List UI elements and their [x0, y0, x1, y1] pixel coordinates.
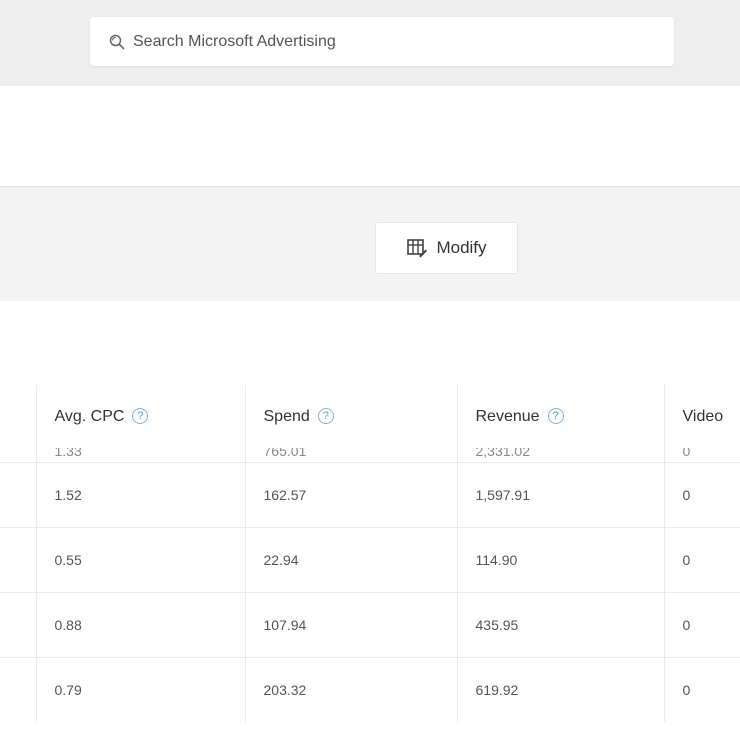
table-cell: 203.32 [245, 657, 458, 722]
table-cell: 0.79 [36, 657, 246, 722]
top-bar: Search Microsoft Advertising [0, 0, 740, 86]
column-header-label: Video [682, 407, 724, 425]
column-header-label: Revenue [475, 407, 540, 425]
search-input[interactable]: Search Microsoft Advertising [133, 33, 336, 51]
table-cell: 765.01 [245, 448, 458, 463]
modify-button[interactable]: Modify [375, 222, 518, 274]
table-row: 0.55 22.94 114.90 0 [0, 527, 740, 593]
table-row: 1.33 765.01 2,331.02 0 [0, 448, 740, 463]
help-icon[interactable]: ? [132, 408, 149, 425]
modify-label: Modify [436, 238, 487, 257]
table-cell: 1.33 [36, 448, 246, 463]
table-cell: 162.57 [245, 462, 458, 528]
table-cell: 435.95 [457, 592, 665, 658]
table-cell: 0 [664, 462, 740, 528]
table-cell: 2,331.02 [457, 448, 665, 463]
column-header-spend[interactable]: Spend? [245, 385, 458, 448]
table-cell [0, 527, 37, 593]
table-header-row: Avg. CPC? Spend? Revenue? Video [0, 385, 740, 448]
help-icon[interactable]: ? [317, 408, 334, 425]
table-cell: 107.94 [245, 592, 458, 658]
table-row: 1.52 162.57 1,597.91 0 [0, 462, 740, 528]
table-row: 0.79 203.32 619.92 0 [0, 657, 740, 722]
table-cell: 0 [664, 592, 740, 658]
table-cell [0, 657, 37, 722]
column-header-video[interactable]: Video [664, 385, 740, 448]
table-cell: 22.94 [245, 527, 458, 593]
search-icon [107, 32, 127, 52]
column-header-label: Avg. CPC [54, 407, 125, 425]
column-header-revenue[interactable]: Revenue? [457, 385, 665, 448]
modify-columns-icon [406, 237, 428, 259]
table-cell: 0.88 [36, 592, 246, 658]
table-cell: 1,597.91 [457, 462, 665, 528]
toolbar: Modify [0, 187, 740, 301]
column-header-label: Spend [263, 407, 310, 425]
table-cell [0, 462, 37, 528]
column-header-avg-cpc[interactable]: Avg. CPC? [36, 385, 246, 448]
table-cell: 0 [664, 657, 740, 722]
table-row: 0.88 107.94 435.95 0 [0, 592, 740, 658]
table-cell: 1.52 [36, 462, 246, 528]
table-cell [0, 448, 37, 463]
table-cell: 0 [664, 448, 740, 463]
table-cell [0, 592, 37, 658]
search-box[interactable]: Search Microsoft Advertising [90, 17, 674, 66]
table-cell: 619.92 [457, 657, 665, 722]
table-header-cell [0, 385, 37, 448]
content-spacer [0, 86, 740, 186]
metrics-table: Avg. CPC? Spend? Revenue? Video 1.33 765… [0, 385, 740, 740]
table-cell: 114.90 [457, 527, 665, 593]
table-cell: 0.55 [36, 527, 246, 593]
table-cell: 0 [664, 527, 740, 593]
help-icon[interactable]: ? [547, 408, 564, 425]
